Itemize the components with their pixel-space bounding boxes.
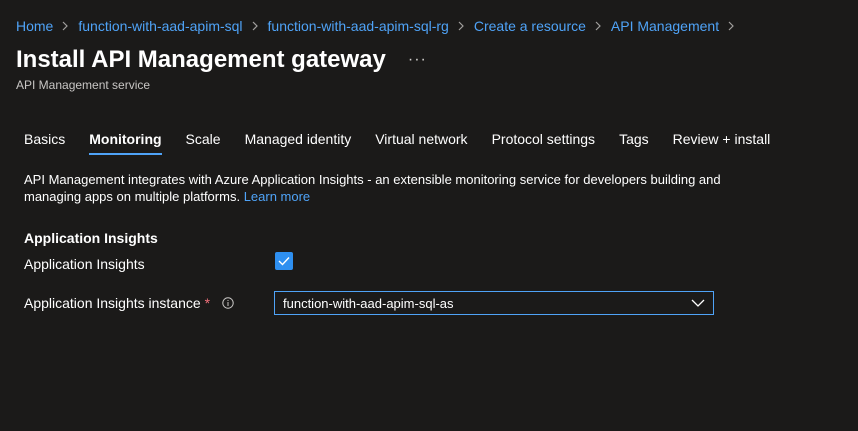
instance-label: Application Insights instance *: [24, 295, 234, 311]
breadcrumb-create-a-resource[interactable]: Create a resource: [474, 18, 586, 34]
tab-review-install[interactable]: Review + install: [673, 131, 771, 155]
chevron-right-icon: [61, 21, 69, 31]
chevron-right-icon: [251, 21, 259, 31]
instance-label-text: Application Insights instance: [24, 295, 201, 311]
tab-virtual-network[interactable]: Virtual network: [375, 131, 467, 155]
learn-more-link[interactable]: Learn more: [244, 189, 310, 204]
tab-managed-identity[interactable]: Managed identity: [245, 131, 352, 155]
section-heading: Application Insights: [24, 230, 158, 246]
breadcrumb: Home function-with-aad-apim-sql function…: [16, 18, 744, 34]
breadcrumb-api-management[interactable]: API Management: [611, 18, 719, 34]
monitoring-description: API Management integrates with Azure App…: [24, 171, 724, 205]
breadcrumb-resource-group[interactable]: function-with-aad-apim-sql-rg: [268, 18, 449, 34]
tab-basics[interactable]: Basics: [24, 131, 65, 155]
info-icon[interactable]: [222, 297, 234, 309]
tab-bar: Basics Monitoring Scale Managed identity…: [24, 131, 794, 155]
tab-tags[interactable]: Tags: [619, 131, 649, 155]
page-subtitle: API Management service: [16, 78, 151, 92]
more-options-button[interactable]: ···: [408, 51, 427, 69]
tab-scale[interactable]: Scale: [186, 131, 221, 155]
chevron-down-icon: [691, 299, 705, 307]
breadcrumb-home[interactable]: Home: [16, 18, 53, 34]
breadcrumb-function-with-aad-apim-sql[interactable]: function-with-aad-apim-sql: [78, 18, 242, 34]
required-asterisk: *: [204, 295, 211, 311]
app-insights-instance-dropdown[interactable]: function-with-aad-apim-sql-as: [274, 291, 714, 315]
app-insights-label: Application Insights: [24, 256, 145, 272]
chevron-right-icon: [457, 21, 465, 31]
app-insights-checkbox[interactable]: [275, 252, 293, 270]
tab-protocol-settings[interactable]: Protocol settings: [492, 131, 596, 155]
chevron-right-icon: [594, 21, 602, 31]
title-row: Install API Management gateway ···: [16, 46, 427, 74]
checkmark-icon: [278, 257, 290, 266]
chevron-right-icon: [727, 21, 735, 31]
page-title: Install API Management gateway: [16, 46, 386, 73]
app-insights-label-text: Application Insights: [24, 256, 145, 272]
tab-monitoring[interactable]: Monitoring: [89, 131, 162, 155]
dropdown-selected-value: function-with-aad-apim-sql-as: [283, 295, 454, 311]
description-text: API Management integrates with Azure App…: [24, 172, 721, 204]
